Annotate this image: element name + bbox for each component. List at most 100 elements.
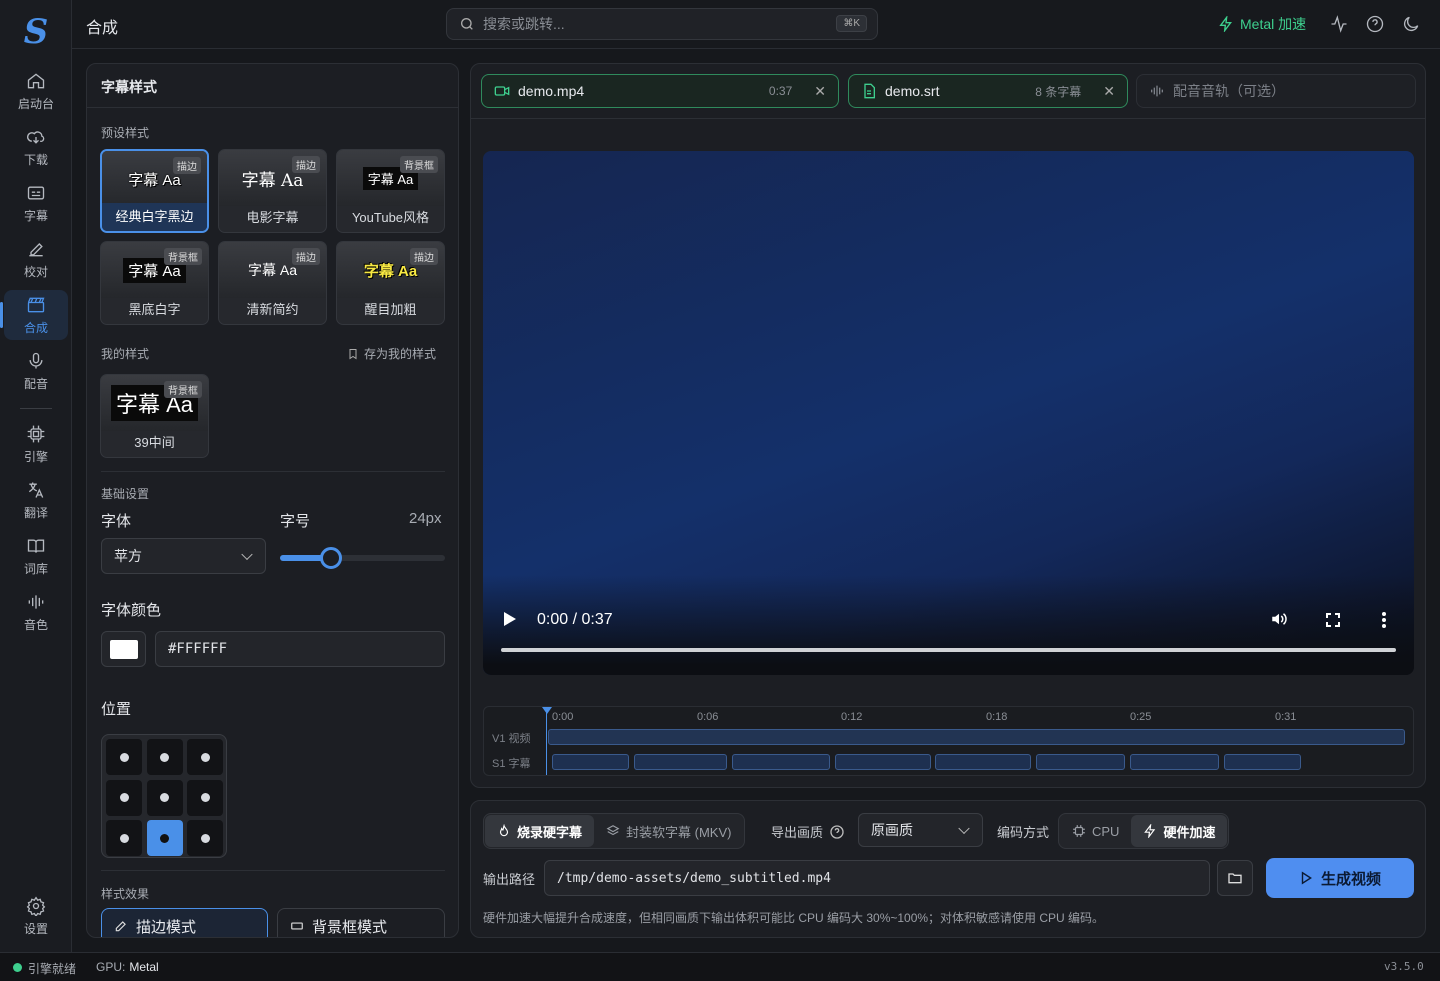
preset-card[interactable]: 字幕 Aa 描边 清新简约 <box>218 241 327 325</box>
hardware-encode-button[interactable]: 硬件加速 <box>1131 815 1228 847</box>
position-cell[interactable] <box>187 739 223 775</box>
subtitle-segment[interactable] <box>835 754 931 770</box>
encode-note: 硬件加速大幅提升合成速度，但相同画质下输出体积可能比 CPU 编码大 30%~1… <box>483 911 1105 925</box>
play-icon[interactable] <box>503 611 517 627</box>
position-cell[interactable] <box>187 820 223 856</box>
font-color-input[interactable]: #FFFFFF <box>155 631 445 667</box>
size-slider[interactable] <box>280 547 445 569</box>
rectangle-icon <box>291 922 303 930</box>
browse-folder-button[interactable] <box>1217 860 1253 896</box>
play-icon <box>1301 871 1312 885</box>
color-swatch[interactable] <box>101 631 146 667</box>
subtitle-segment[interactable] <box>1130 754 1219 770</box>
nav-item-settings[interactable]: 设置 <box>4 891 68 941</box>
my-styles-label: 我的样式 <box>101 347 150 361</box>
mux-softsub-button[interactable]: 封装软字幕 (MKV) <box>594 815 743 847</box>
activity-icon[interactable] <box>1329 14 1349 34</box>
subtitle-segment[interactable] <box>1036 754 1125 770</box>
video-clip[interactable] <box>548 729 1405 745</box>
timeline[interactable]: 0:00 0:06 0:12 0:18 0:25 0:31 V1 视频 S1 字… <box>483 706 1414 776</box>
outline-mode-button[interactable]: 描边模式 <box>101 908 268 937</box>
nav-item-engine[interactable]: 引擎 <box>4 419 68 469</box>
position-dot <box>200 833 210 843</box>
timeline-tick: 0:25 <box>1130 711 1152 723</box>
encode-label: 编码方式 <box>997 825 1050 840</box>
moon-icon[interactable] <box>1401 14 1421 34</box>
preset-card[interactable]: 字幕 Aa 描边 电影字幕 <box>218 149 327 233</box>
book-icon <box>27 539 45 553</box>
basic-settings-label: 基础设置 <box>101 487 150 501</box>
nav-item-translate[interactable]: 翻译 <box>4 475 68 525</box>
video-player[interactable]: 0:00 / 0:37 <box>483 151 1414 675</box>
subtitle-segment[interactable] <box>552 754 629 770</box>
help-icon[interactable] <box>829 824 845 840</box>
playhead[interactable] <box>546 707 547 775</box>
position-cell[interactable] <box>106 820 142 856</box>
subtitle-segment[interactable] <box>1224 754 1301 770</box>
font-select[interactable]: 苹方 <box>101 538 266 574</box>
nav-item-launchpad[interactable]: 启动台 <box>4 66 68 116</box>
more-vertical-icon[interactable] <box>1381 611 1387 629</box>
slider-thumb[interactable] <box>319 547 342 569</box>
video-file-chip[interactable]: demo.mp4 0:37 ✕ <box>481 74 839 108</box>
position-cell[interactable] <box>106 739 142 775</box>
nav-item-voices[interactable]: 音色 <box>4 587 68 637</box>
background-box-mode-button[interactable]: 背景框模式 <box>277 908 445 937</box>
nav-item-compose[interactable]: 合成 <box>0 290 68 340</box>
subtitle-segment[interactable] <box>634 754 727 770</box>
app-logo: S <box>23 12 49 52</box>
nav-item-glossary[interactable]: 词库 <box>4 531 68 581</box>
divider <box>87 107 458 108</box>
output-path-input[interactable]: /tmp/demo-assets/demo_subtitled.mp4 <box>544 860 1210 896</box>
preset-tag: 描边 <box>173 157 201 174</box>
audio-track-slot[interactable]: 配音音轨（可选） <box>1136 74 1416 108</box>
document-icon <box>864 83 875 99</box>
quality-label: 导出画质 <box>771 822 845 841</box>
position-cell[interactable] <box>146 779 183 816</box>
nav-item-download[interactable]: 下载 <box>4 122 68 172</box>
position-dot <box>160 833 169 843</box>
size-value: 24px <box>409 510 442 527</box>
player-controls: 0:00 / 0:37 <box>483 575 1414 675</box>
search-input[interactable]: 搜索或跳转... ⌘K <box>446 8 878 40</box>
preset-card[interactable]: 字幕 Aa 描边 醒目加粗 <box>336 241 445 325</box>
search-placeholder: 搜索或跳转... <box>483 16 565 32</box>
gpu-status: GPU: Metal <box>96 960 159 974</box>
position-cell[interactable] <box>106 779 142 816</box>
preset-label: YouTube风格 <box>351 210 430 225</box>
preset-tag: 背景框 <box>400 156 438 173</box>
remove-video-icon[interactable]: ✕ <box>814 83 826 100</box>
preset-card[interactable]: 字幕 Aa 描边 经典白字黑边 <box>100 149 209 233</box>
player-progress[interactable] <box>501 648 1396 652</box>
preset-label: 清新简约 <box>246 302 299 317</box>
timeline-tick: 0:18 <box>986 711 1008 723</box>
burn-hardsub-button[interactable]: 烧录硬字幕 <box>485 815 595 847</box>
preset-card[interactable]: 字幕 Aa 背景框 黑底白字 <box>100 241 209 325</box>
save-my-style-button[interactable]: 存为我的样式 <box>347 345 436 362</box>
remove-srt-icon[interactable]: ✕ <box>1103 83 1115 100</box>
my-style-card[interactable]: 字幕 Aa 背景框 39中间 <box>100 374 209 458</box>
subtitle-style-panel: 字幕样式 预设样式 字幕 Aa 描边 经典白字黑边 字幕 Aa 描边 电影字幕 … <box>86 63 459 938</box>
volume-icon[interactable] <box>1269 610 1289 628</box>
font-color-label: 字体颜色 <box>101 602 162 619</box>
track-label-subtitle: S1 字幕 <box>492 758 531 770</box>
cpu-encode-button[interactable]: CPU <box>1060 815 1131 847</box>
generate-video-button[interactable]: 生成视频 <box>1266 858 1414 898</box>
quality-select[interactable]: 原画质 <box>858 813 983 847</box>
preset-card[interactable]: 字幕 Aa 背景框 YouTube风格 <box>336 149 445 233</box>
effect-section-label: 样式效果 <box>101 887 150 901</box>
position-cell[interactable] <box>146 739 183 775</box>
subtitle-segment[interactable] <box>732 754 830 770</box>
help-icon[interactable] <box>1365 14 1385 34</box>
subtitle-segment[interactable] <box>935 754 1031 770</box>
position-cell[interactable] <box>187 779 223 816</box>
nav-item-dubbing[interactable]: 配音 <box>4 346 68 396</box>
subtitle-mode-toggle: 烧录硬字幕 封装软字幕 (MKV) <box>483 813 746 849</box>
srt-file-chip[interactable]: demo.srt 8 条字幕 ✕ <box>848 74 1128 108</box>
fullscreen-icon[interactable] <box>1325 612 1341 628</box>
metal-accel-indicator[interactable]: Metal 加速 <box>1218 14 1306 34</box>
position-cell[interactable] <box>146 820 183 856</box>
nav-item-subtitles[interactable]: 字幕 <box>4 178 68 228</box>
nav-item-proofread[interactable]: 校对 <box>4 234 68 284</box>
home-icon <box>27 72 45 88</box>
